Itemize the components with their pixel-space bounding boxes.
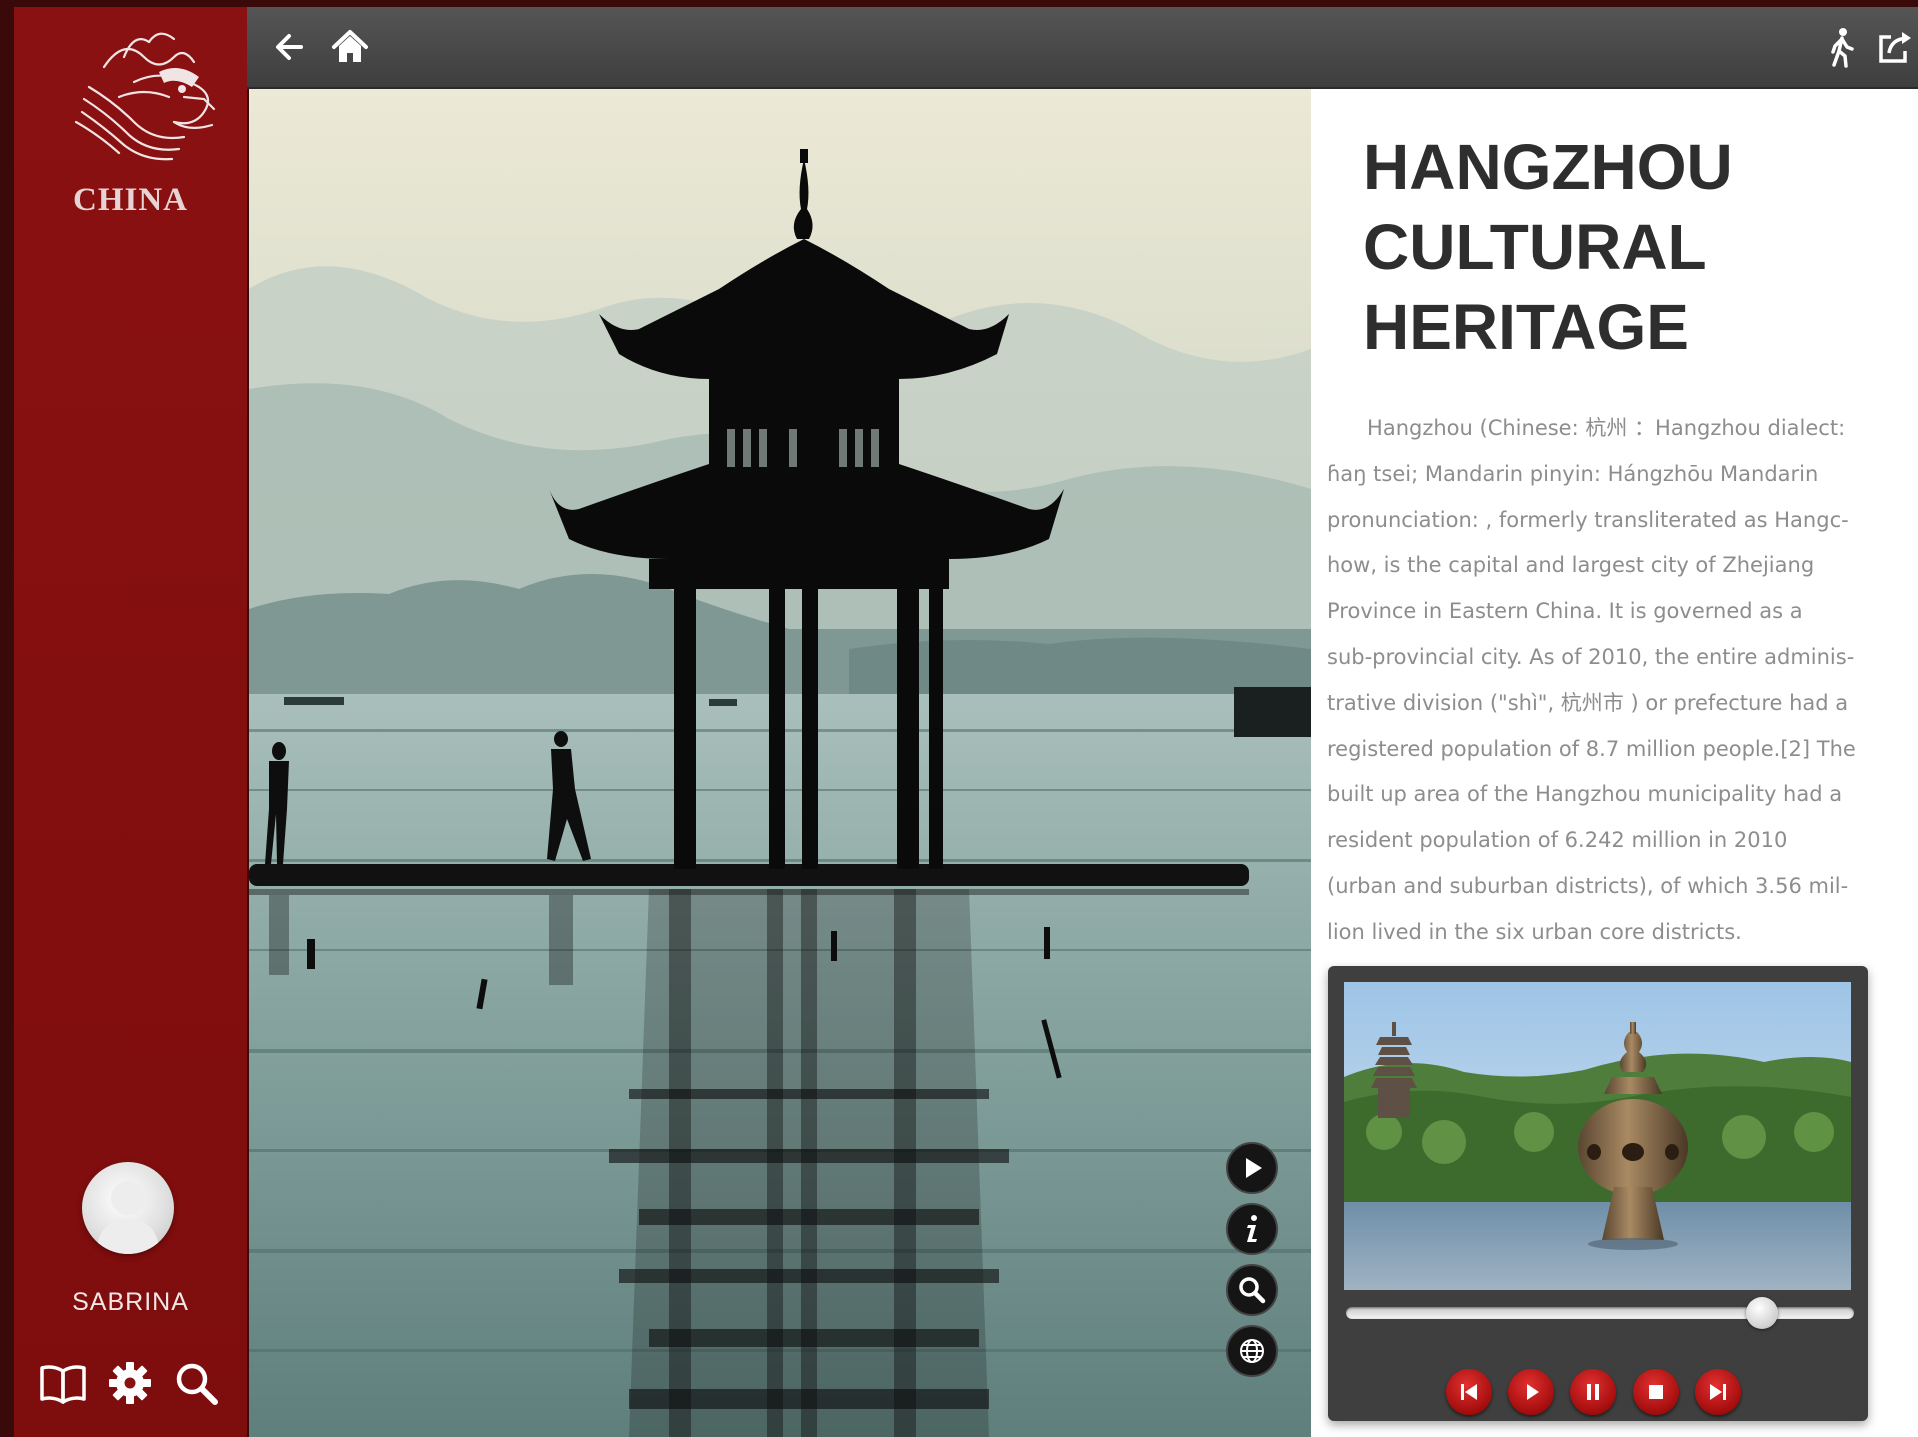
user-name: SABRINA <box>72 1288 189 1316</box>
slideshow-play-button[interactable] <box>1226 1142 1278 1194</box>
progress-slider-handle[interactable] <box>1745 1297 1778 1329</box>
body-line: sub-provincial city. As of 2010, the ent… <box>1327 644 1855 669</box>
dragon-logo-icon <box>74 32 216 161</box>
body-line: registered population of 8.7 million peo… <box>1327 736 1856 761</box>
back-arrow-icon[interactable] <box>269 25 313 69</box>
title-line: CULTURAL <box>1363 211 1707 283</box>
stop-button[interactable] <box>1633 1369 1679 1415</box>
stop-icon <box>1649 1385 1663 1399</box>
book-icon[interactable] <box>38 1359 88 1407</box>
previous-button[interactable] <box>1446 1369 1492 1415</box>
body-line: built up area of the Hangzhou municipali… <box>1327 782 1843 807</box>
body-line: Province in Eastern China. It is governe… <box>1327 599 1803 624</box>
zoom-button[interactable] <box>1226 1264 1278 1316</box>
main-photo-west-lake-pavilion <box>249 89 1311 1437</box>
play-icon <box>1246 1158 1262 1178</box>
map-button[interactable] <box>1226 1325 1278 1377</box>
globe-icon <box>1240 1339 1264 1363</box>
brand-title: CHINA <box>72 182 188 218</box>
next-button[interactable] <box>1695 1369 1741 1415</box>
article-body: Hangzhou (Chinese: 杭州 ：Hangzhou dialect:… <box>1327 406 1918 956</box>
progress-slider[interactable] <box>1346 1297 1854 1329</box>
article-panel: HANGZHOU CULTURAL HERITAGE Hangzhou (Chi… <box>1311 89 1918 1437</box>
body-line: lion lived in the six urban core distric… <box>1327 919 1742 944</box>
home-icon[interactable] <box>328 25 372 69</box>
title-line: HERITAGE <box>1363 291 1689 363</box>
share-icon[interactable] <box>1873 25 1917 69</box>
body-line: how, is the capital and largest city of … <box>1327 553 1815 578</box>
walking-person-icon[interactable] <box>1820 25 1864 69</box>
zoom-icon <box>1239 1277 1266 1304</box>
title-line: HANGZHOU <box>1363 131 1733 203</box>
pavilion-scene-image <box>249 89 1311 1437</box>
info-icon <box>1247 1215 1257 1242</box>
body-line: ɦaŋ tsei; Mandarin pinyin: Hángzhōu Mand… <box>1327 461 1819 486</box>
play-button[interactable] <box>1508 1369 1554 1415</box>
pause-icon <box>1587 1384 1599 1400</box>
media-player <box>1328 966 1868 1421</box>
body-line: pronunciation: , formerly transliterated… <box>1327 507 1849 532</box>
skip-back-icon <box>1461 1384 1477 1400</box>
skip-forward-icon <box>1710 1384 1726 1400</box>
info-button[interactable] <box>1226 1203 1278 1255</box>
article-title: HANGZHOU CULTURAL HERITAGE <box>1363 127 1903 367</box>
body-line: resident population of 6.242 million in … <box>1327 828 1788 853</box>
body-line: trative division ("shì", 杭州市 ) or prefec… <box>1327 690 1849 715</box>
user-silhouette-icon <box>96 1181 160 1254</box>
gear-icon[interactable] <box>105 1359 155 1407</box>
video-screen[interactable] <box>1344 982 1851 1290</box>
three-pools-video-frame <box>1344 982 1851 1290</box>
avatar[interactable] <box>82 1162 174 1254</box>
body-line: (urban and suburban districts), of which… <box>1327 873 1849 898</box>
pause-button[interactable] <box>1570 1369 1616 1415</box>
sidebar: CHINA SABRINA <box>14 7 247 1437</box>
body-line: Hangzhou (Chinese: 杭州 ：Hangzhou dialect: <box>1327 416 1846 440</box>
top-toolbar <box>247 7 1918 89</box>
search-icon[interactable] <box>171 1359 221 1407</box>
play-icon <box>1527 1384 1539 1400</box>
